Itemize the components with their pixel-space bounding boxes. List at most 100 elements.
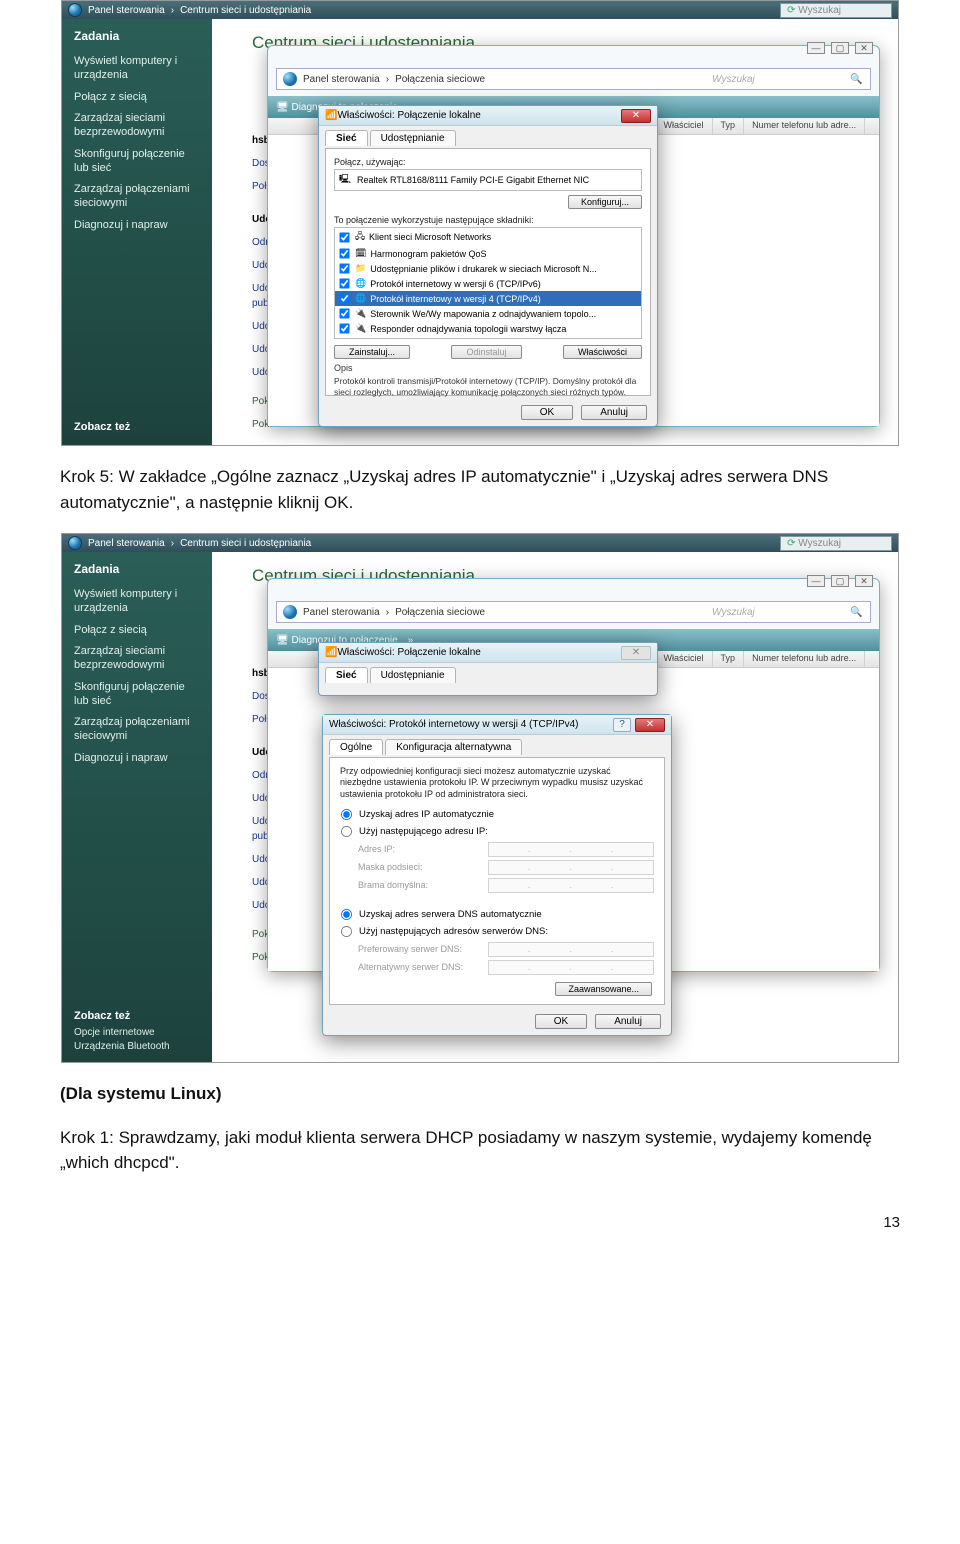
tab-network[interactable]: Sieć — [325, 130, 368, 146]
breadcrumb-item[interactable]: Centrum sieci i udostępniania — [180, 5, 311, 16]
search-input[interactable]: ⟳ Wyszukaj — [780, 3, 892, 18]
tab-network[interactable]: Sieć — [325, 667, 368, 683]
radio-auto-dns[interactable] — [341, 909, 352, 920]
network-icon: 📶 — [325, 647, 337, 658]
sidebar-item[interactable]: Wyświetl komputery i urządzenia — [74, 584, 200, 620]
search-input[interactable]: Wyszukaj — [712, 607, 832, 618]
sidebar-item[interactable]: Połącz z siecią — [74, 87, 200, 109]
column-header[interactable]: Numer telefonu lub adre... — [744, 651, 865, 667]
column-header[interactable]: Właściciel — [656, 118, 713, 134]
tab-sharing[interactable]: Udostępnianie — [370, 667, 456, 683]
ok-button[interactable]: OK — [535, 1014, 587, 1029]
sidebar-item[interactable]: Wyświetl komputery i urządzenia — [74, 51, 200, 87]
component-checkbox[interactable] — [339, 278, 349, 288]
radio-manual-dns[interactable] — [341, 926, 352, 937]
maximize-button[interactable]: ▢ — [831, 575, 849, 587]
see-also-item[interactable]: Urządzenia Bluetooth — [74, 1041, 170, 1052]
document-text: Krok 5: W zakładce „Ogólne zaznacz „Uzys… — [0, 464, 960, 515]
column-header[interactable]: Właściciel — [656, 651, 713, 667]
tab-general[interactable]: Ogólne — [329, 739, 383, 755]
minimize-button[interactable]: — — [807, 42, 825, 54]
help-button[interactable]: ? — [613, 718, 631, 732]
tab-alt-config[interactable]: Konfiguracja alternatywna — [385, 739, 522, 755]
breadcrumb-item[interactable]: Panel sterowania — [88, 538, 165, 549]
search-input[interactable]: Wyszukaj — [712, 74, 832, 85]
see-also-item[interactable]: Opcje internetowe — [74, 1027, 155, 1038]
component-icon: 📁 — [355, 263, 366, 274]
diagnose-icon: 🖥 — [276, 102, 289, 113]
sidebar-item[interactable]: Zarządzaj połączeniami sieciowymi — [74, 712, 200, 748]
component-checkbox[interactable] — [339, 308, 349, 318]
sidebar-item[interactable]: Zarządzaj sieciami bezprzewodowymi — [74, 641, 200, 677]
subnet-mask-input: ... — [488, 860, 654, 875]
close-button[interactable]: ✕ — [621, 646, 651, 660]
install-button[interactable]: Zainstaluj... — [334, 345, 410, 359]
dialog-titlebar: 📶 Właściwości: Połączenie lokalne ✕ — [319, 643, 657, 663]
column-header[interactable]: Typ — [713, 118, 745, 134]
properties-button[interactable]: Właściwości — [563, 345, 642, 359]
close-button[interactable]: ✕ — [855, 575, 873, 587]
component-item[interactable]: Sterownik We/Wy mapowania z odnajdywanie… — [370, 309, 596, 319]
component-icon: 🔌 — [355, 323, 366, 334]
breadcrumb-item[interactable]: Centrum sieci i udostępniania — [180, 538, 311, 549]
sidebar-item[interactable]: Zarządzaj połączeniami sieciowymi — [74, 179, 200, 215]
sidebar-item[interactable]: Diagnozuj i napraw — [74, 748, 200, 770]
configure-button[interactable]: Konfiguruj... — [568, 195, 642, 209]
search-input[interactable]: ⟳ Wyszukaj — [780, 536, 892, 551]
ok-button[interactable]: OK — [521, 405, 573, 420]
component-checkbox[interactable] — [339, 248, 349, 258]
component-icon: 🖧 — [355, 229, 365, 245]
adapter-name: Realtek RTL8168/8111 Family PCI-E Gigabi… — [357, 175, 589, 185]
maximize-button[interactable]: ▢ — [831, 42, 849, 54]
component-checkbox[interactable] — [339, 232, 349, 242]
sidebar-item[interactable]: Połącz z siecią — [74, 620, 200, 642]
component-item[interactable]: Udostępnianie plików i drukarek w siecia… — [370, 264, 597, 274]
component-item-selected[interactable]: Protokół internetowy w wersji 4 (TCP/IPv… — [370, 294, 541, 304]
connection-properties-dialog: 📶 Właściwości: Połączenie lokalne ✕ Sieć… — [318, 105, 658, 427]
cancel-button[interactable]: Anuluj — [581, 405, 647, 420]
sidebar-header: Zadania — [74, 29, 200, 43]
close-button[interactable]: ✕ — [621, 109, 651, 123]
component-checkbox[interactable] — [339, 263, 349, 273]
components-listbox[interactable]: 🖧Klient sieci Microsoft Networks 🗓Harmon… — [334, 227, 642, 339]
nav-back-icon[interactable] — [283, 605, 297, 619]
component-checkbox[interactable] — [339, 293, 349, 303]
advanced-button[interactable]: Zaawansowane... — [555, 982, 652, 996]
dialog-title: Właściwości: Połączenie lokalne — [337, 647, 480, 658]
component-item[interactable]: Responder odnajdywania topologii warstwy… — [370, 324, 566, 334]
description-text: Protokół kontroli transmisji/Protokół in… — [334, 376, 642, 397]
component-item[interactable]: Protokół internetowy w wersji 6 (TCP/IPv… — [370, 279, 541, 289]
sidebar-item[interactable]: Zarządzaj sieciami bezprzewodowymi — [74, 108, 200, 144]
breadcrumb-item[interactable]: Panel sterowania — [303, 607, 380, 618]
sidebar-item[interactable]: Diagnozuj i napraw — [74, 215, 200, 237]
component-item[interactable]: Harmonogram pakietów QoS — [370, 249, 486, 259]
close-button[interactable]: ✕ — [635, 718, 665, 732]
column-header[interactable]: Numer telefonu lub adre... — [744, 118, 865, 134]
breadcrumb-item[interactable]: Panel sterowania — [303, 74, 380, 85]
radio-label: Uzyskaj adres serwera DNS automatycznie — [359, 909, 542, 920]
dialog-body: Połącz, używając: 🖳 Realtek RTL8168/8111… — [325, 148, 651, 396]
search-icon[interactable]: 🔍 — [850, 607, 864, 618]
chevron-right-icon: › — [386, 74, 389, 85]
radio-auto-ip[interactable] — [341, 809, 352, 820]
nav-back-icon[interactable] — [283, 72, 297, 86]
dialog-titlebar: 📶 Właściwości: Połączenie lokalne ✕ — [319, 106, 657, 126]
breadcrumb-item[interactable]: Połączenia sieciowe — [395, 607, 485, 618]
component-icon: 🔌 — [355, 308, 366, 319]
search-icon[interactable]: 🔍 — [850, 74, 864, 85]
gateway-label: Brama domyślna: — [358, 880, 488, 890]
column-header[interactable]: Typ — [713, 651, 745, 667]
sidebar-item[interactable]: Skonfiguruj połączenie lub sieć — [74, 144, 200, 180]
close-button[interactable]: ✕ — [855, 42, 873, 54]
cancel-button[interactable]: Anuluj — [595, 1014, 661, 1029]
dialog-title: Właściwości: Połączenie lokalne — [337, 110, 480, 121]
radio-manual-ip[interactable] — [341, 826, 352, 837]
minimize-button[interactable]: — — [807, 575, 825, 587]
breadcrumb-item[interactable]: Połączenia sieciowe — [395, 74, 485, 85]
tab-sharing[interactable]: Udostępnianie — [370, 130, 456, 146]
breadcrumb-item[interactable]: Panel sterowania — [88, 5, 165, 16]
sidebar-item[interactable]: Skonfiguruj połączenie lub sieć — [74, 677, 200, 713]
adapter-field: 🖳 Realtek RTL8168/8111 Family PCI-E Giga… — [334, 169, 642, 191]
component-checkbox[interactable] — [339, 323, 349, 333]
component-item[interactable]: Klient sieci Microsoft Networks — [369, 232, 491, 242]
